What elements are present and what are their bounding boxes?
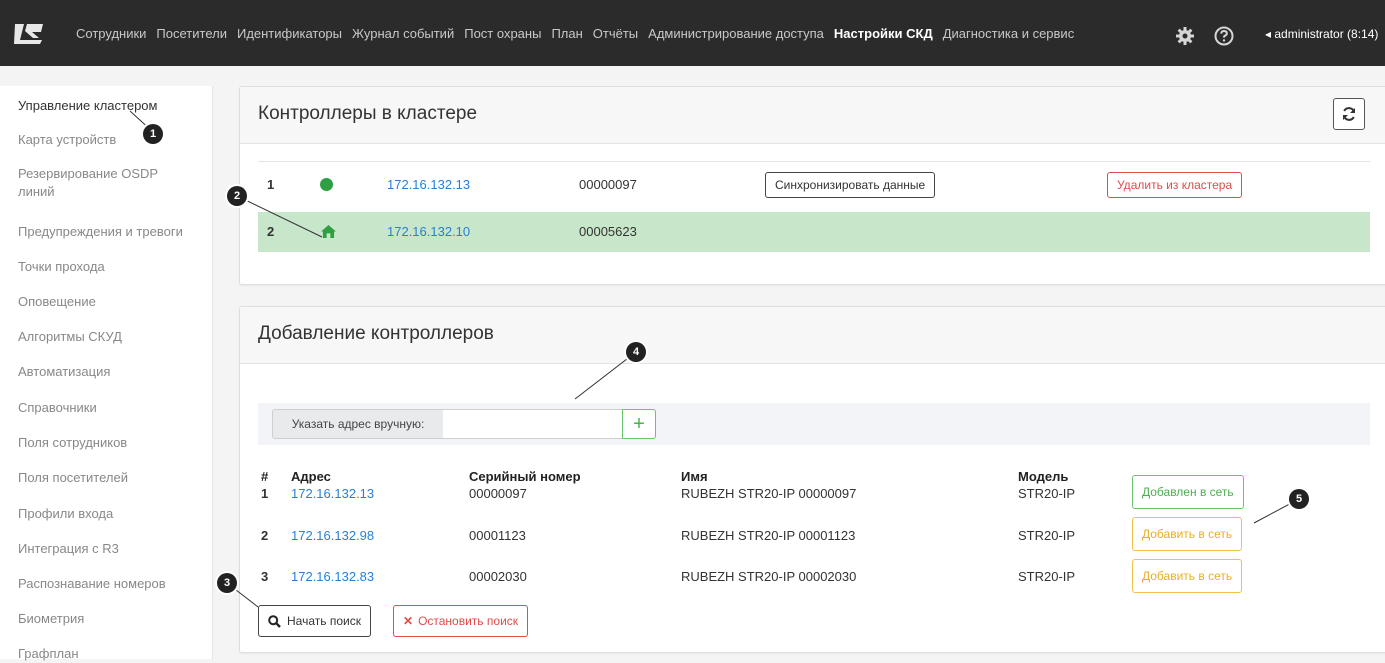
sidebar-item-biometry[interactable]: Биометрия (0, 610, 102, 628)
add-title: Добавление контроллеров (258, 323, 494, 344)
serial-number: 00000097 (469, 486, 527, 501)
top-navbar: Сотрудники Посетители Идентификаторы Жур… (0, 0, 1385, 66)
manual-address-input[interactable] (443, 409, 623, 439)
nav-diagnostics[interactable]: Диагностика и сервис (943, 26, 1074, 41)
user-menu[interactable]: ◂ administrator (8:14) (1265, 27, 1378, 41)
added-to-network-button[interactable]: Добавлен в сеть (1132, 475, 1244, 509)
start-search-label: Начать поиск (287, 614, 361, 628)
serial-number: 00001123 (469, 528, 526, 543)
callout-1: 1 (143, 124, 163, 144)
col-header-serial: Серийный номер (469, 469, 581, 484)
device-name: RUBEZH STR20-IP 00002030 (681, 569, 857, 584)
manual-address-label: Указать адрес вручную: (272, 409, 444, 439)
search-icon (268, 614, 281, 628)
col-header-name: Имя (681, 469, 708, 484)
col-header-address: Адрес (291, 469, 331, 484)
sidebar-item-visitor-fields[interactable]: Поля посетителей (0, 469, 146, 487)
controller-serial: 00000097 (579, 177, 637, 192)
online-status-icon (320, 178, 333, 191)
device-model: STR20-IP (1018, 528, 1076, 543)
col-header-model: Модель (1018, 469, 1069, 484)
start-search-button[interactable]: Начать поиск (258, 605, 371, 637)
row-number: 3 (261, 569, 269, 584)
add-panel-header: Добавление контроллеров (240, 307, 1385, 364)
callout-2: 2 (227, 186, 247, 206)
sidebar-item-automation[interactable]: Автоматизация (0, 363, 128, 381)
cluster-row-home: 2 172.16.132.10 00005623 (258, 212, 1370, 252)
device-model: STR20-IP (1018, 486, 1076, 501)
sidebar-item-acs-algorithms[interactable]: Алгоритмы СКУД (0, 328, 140, 346)
serial-number: 00002030 (469, 569, 527, 584)
refresh-button[interactable] (1333, 98, 1365, 130)
callout-5: 5 (1289, 489, 1309, 509)
cluster-row: 1 172.16.132.13 00000097 Синхронизироват… (258, 165, 1370, 205)
nav-employees[interactable]: Сотрудники (76, 26, 146, 41)
address-link[interactable]: 172.16.132.83 (291, 569, 374, 584)
sidebar-item-alarms[interactable]: Предупреждения и тревоги (0, 223, 201, 241)
col-header-number: # (261, 469, 269, 484)
add-address-button[interactable]: + (622, 409, 656, 439)
row-number: 2 (261, 528, 269, 543)
close-icon: ✕ (403, 614, 414, 628)
cluster-panel: Контроллеры в кластере 1 172.16.132.13 0… (239, 86, 1385, 285)
device-model: STR20-IP (1018, 569, 1076, 584)
sidebar-item-osdp-reserve[interactable]: Резервирование OSDP линий (0, 165, 212, 201)
sidebar-item-r3-integration[interactable]: Интеграция с R3 (0, 540, 137, 558)
cluster-panel-header: Контроллеры в кластере (240, 87, 1385, 144)
gear-icon[interactable] (1175, 26, 1195, 46)
cluster-title: Контроллеры в кластере (258, 103, 478, 124)
row-number: 2 (267, 224, 275, 239)
nav-event-log[interactable]: Журнал событий (352, 26, 454, 41)
stop-search-button[interactable]: ✕ Остановить поиск (393, 605, 529, 637)
nav-plan[interactable]: План (551, 26, 582, 41)
address-link[interactable]: 172.16.132.98 (291, 528, 374, 543)
nav-security-post[interactable]: Пост охраны (464, 26, 541, 41)
sidebar-item-plate-recognition[interactable]: Распознавание номеров (0, 575, 184, 593)
home-icon (321, 225, 336, 238)
add-controllers-panel: Добавление контроллеров Указать адрес вр… (239, 306, 1385, 653)
refresh-icon (1343, 107, 1355, 121)
controller-serial: 00005623 (579, 224, 637, 239)
manual-address-bar: Указать адрес вручную: + (258, 403, 1370, 445)
help-icon[interactable] (1214, 26, 1234, 46)
address-link[interactable]: 172.16.132.13 (291, 486, 374, 501)
sidebar-item-notification[interactable]: Оповещение (0, 293, 114, 311)
device-name: RUBEZH STR20-IP 00001123 (681, 528, 856, 543)
add-to-network-button[interactable]: Добавить в сеть (1132, 517, 1243, 551)
sidebar-item-employee-fields[interactable]: Поля сотрудников (0, 434, 145, 452)
nav-visitors[interactable]: Посетители (156, 26, 227, 41)
sidebar-item-grafplan[interactable]: Графплан (0, 645, 97, 663)
divider (258, 161, 1370, 162)
sidebar-item-login-profiles[interactable]: Профили входа (0, 505, 131, 523)
plus-icon: + (633, 413, 645, 435)
sync-data-button[interactable]: Синхронизировать данные (765, 172, 936, 198)
stop-search-label: Остановить поиск (418, 614, 519, 628)
nav-access-admin[interactable]: Администрирование доступа (648, 26, 824, 41)
logo-icon[interactable] (12, 22, 46, 46)
callout-3: 3 (217, 573, 237, 593)
row-number: 1 (261, 486, 269, 501)
add-to-network-button[interactable]: Добавить в сеть (1132, 559, 1243, 593)
sidebar-item-cluster[interactable]: Управление кластером (0, 97, 175, 115)
row-number: 1 (267, 177, 275, 192)
sidebar-item-directories[interactable]: Справочники (0, 399, 115, 417)
callout-4: 4 (626, 342, 646, 362)
controller-ip-link[interactable]: 172.16.132.13 (387, 177, 470, 192)
sidebar-item-device-map[interactable]: Карта устройств (0, 131, 134, 149)
device-name: RUBEZH STR20-IP 00000097 (681, 486, 857, 501)
main-menu: Сотрудники Посетители Идентификаторы Жур… (76, 0, 1084, 66)
sidebar-item-access-points[interactable]: Точки прохода (0, 258, 123, 276)
nav-acs-settings[interactable]: Настройки СКД (834, 26, 933, 41)
controller-ip-link[interactable]: 172.16.132.10 (387, 224, 470, 239)
nav-reports[interactable]: Отчёты (593, 26, 638, 41)
sidebar: Управление кластером Карта устройств Рез… (0, 86, 213, 661)
nav-identifiers[interactable]: Идентификаторы (237, 26, 342, 41)
remove-from-cluster-button[interactable]: Удалить из кластера (1107, 172, 1243, 198)
